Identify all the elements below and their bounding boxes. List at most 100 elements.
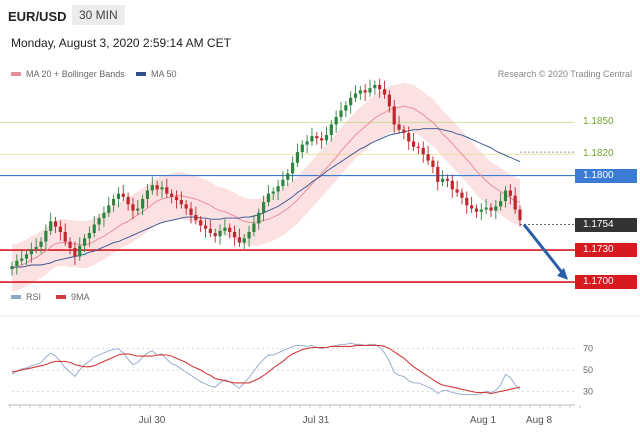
price-label-1-1850: 1.1850 xyxy=(583,116,614,128)
candle-body xyxy=(503,190,508,202)
candle-body xyxy=(10,266,14,270)
candle-body xyxy=(155,185,159,190)
candle-body xyxy=(194,214,198,221)
candle-body xyxy=(508,190,512,196)
candle-body xyxy=(421,147,425,155)
candle-body xyxy=(237,237,241,243)
candle-body xyxy=(49,221,53,231)
candle-body xyxy=(34,246,38,250)
candle-body xyxy=(165,187,169,194)
candle-body xyxy=(382,89,387,95)
candle-body xyxy=(150,185,154,191)
candle-body xyxy=(392,106,396,125)
candle-body xyxy=(411,141,416,147)
candle-body xyxy=(349,97,353,106)
candle-body xyxy=(334,116,338,125)
candle-body xyxy=(121,193,125,197)
candle-body xyxy=(39,241,43,247)
candle-body xyxy=(407,132,411,142)
rsi-legend-label: RSI xyxy=(26,292,41,302)
candle-body xyxy=(344,105,348,111)
candle-body xyxy=(184,204,188,209)
candle-body xyxy=(213,233,217,237)
candle-body xyxy=(373,85,377,89)
candle-body xyxy=(228,227,232,232)
candle-body xyxy=(455,189,459,193)
candle-body xyxy=(199,220,203,226)
legend-ma50: MA 50 xyxy=(136,69,177,79)
candle-body xyxy=(112,198,116,206)
candle-body xyxy=(436,167,440,182)
candle-body xyxy=(378,85,382,90)
candle-body xyxy=(78,245,82,257)
rsi-tick-label: 30 xyxy=(583,386,593,396)
candle-body xyxy=(416,146,420,148)
x-tick-label: Jul 30 xyxy=(139,415,166,426)
candle-body xyxy=(339,110,343,117)
candle-body xyxy=(431,160,435,168)
legend-swatch-ma20 xyxy=(11,71,21,76)
candle-body xyxy=(499,201,503,207)
candle-body xyxy=(87,233,92,239)
candle-body xyxy=(218,230,222,237)
candle-body xyxy=(295,152,300,163)
candle-body xyxy=(145,190,150,199)
price-label-1-1700: 1.1700 xyxy=(575,275,637,290)
candle-body xyxy=(131,204,135,211)
legend-ma20-bb: MA 20 + Bollinger Bands xyxy=(11,69,125,79)
candle-body xyxy=(179,200,183,205)
candle-body xyxy=(141,198,145,209)
price-label-1-1730: 1.1730 xyxy=(575,243,637,258)
legend-label-ma50: MA 50 xyxy=(151,69,177,79)
price-label-1-1800: 1.1800 xyxy=(575,168,637,183)
x-tick-label: Aug 1 xyxy=(470,415,497,426)
candle-body xyxy=(160,187,164,190)
candle-body xyxy=(494,206,498,211)
rsi-tick-label: 50 xyxy=(583,365,593,375)
candle-body xyxy=(305,141,309,145)
rsi-series-rsi xyxy=(11,342,521,396)
candle-body xyxy=(513,195,517,210)
candle-body xyxy=(189,208,193,215)
legend-label-ma20: MA 20 + Bollinger Bands xyxy=(26,69,125,79)
candle-body xyxy=(358,90,362,94)
candle-body xyxy=(82,238,87,246)
candle-body xyxy=(353,93,358,98)
bollinger-band xyxy=(12,82,520,292)
candle-body xyxy=(329,124,333,136)
candle-body xyxy=(291,162,295,174)
candle-body xyxy=(223,227,227,231)
candle-body xyxy=(68,241,72,248)
candle-body xyxy=(174,196,179,201)
candle-body xyxy=(387,94,391,107)
candle-body xyxy=(315,136,319,139)
candle-body xyxy=(107,205,111,213)
candle-body xyxy=(445,178,450,181)
credit-text: Research © 2020 Trading Central xyxy=(497,69,632,79)
candle-body xyxy=(252,223,256,232)
candle-body xyxy=(247,231,251,239)
candle-body xyxy=(53,221,58,227)
candle-body xyxy=(24,254,29,259)
price-label-1-1754: 1.1754 xyxy=(575,217,637,232)
candle-body xyxy=(136,208,140,211)
candle-body xyxy=(271,191,275,194)
rsi-legend-swatch xyxy=(11,295,21,299)
candle-body xyxy=(479,209,483,212)
candle-body xyxy=(58,226,62,232)
candle-body xyxy=(320,138,324,141)
x-tick-label: Jul 31 xyxy=(303,415,330,426)
candle-body xyxy=(465,197,469,206)
candle-body xyxy=(489,207,493,211)
rsi-series-9ma xyxy=(11,344,521,395)
candle-body xyxy=(203,225,208,229)
candle-body xyxy=(363,90,367,93)
candle-body xyxy=(15,260,19,267)
candle-body xyxy=(257,212,261,224)
rsi-legend-label: 9MA xyxy=(71,292,90,302)
legend-swatch-ma50 xyxy=(136,71,146,76)
candle-body xyxy=(474,208,479,212)
price-chart: 70 50 30 RSI 9MA Jul 30 Jul 31 Aug 1 Aug 8 xyxy=(0,78,640,426)
candle-body xyxy=(402,129,406,133)
candle-body xyxy=(126,196,130,205)
